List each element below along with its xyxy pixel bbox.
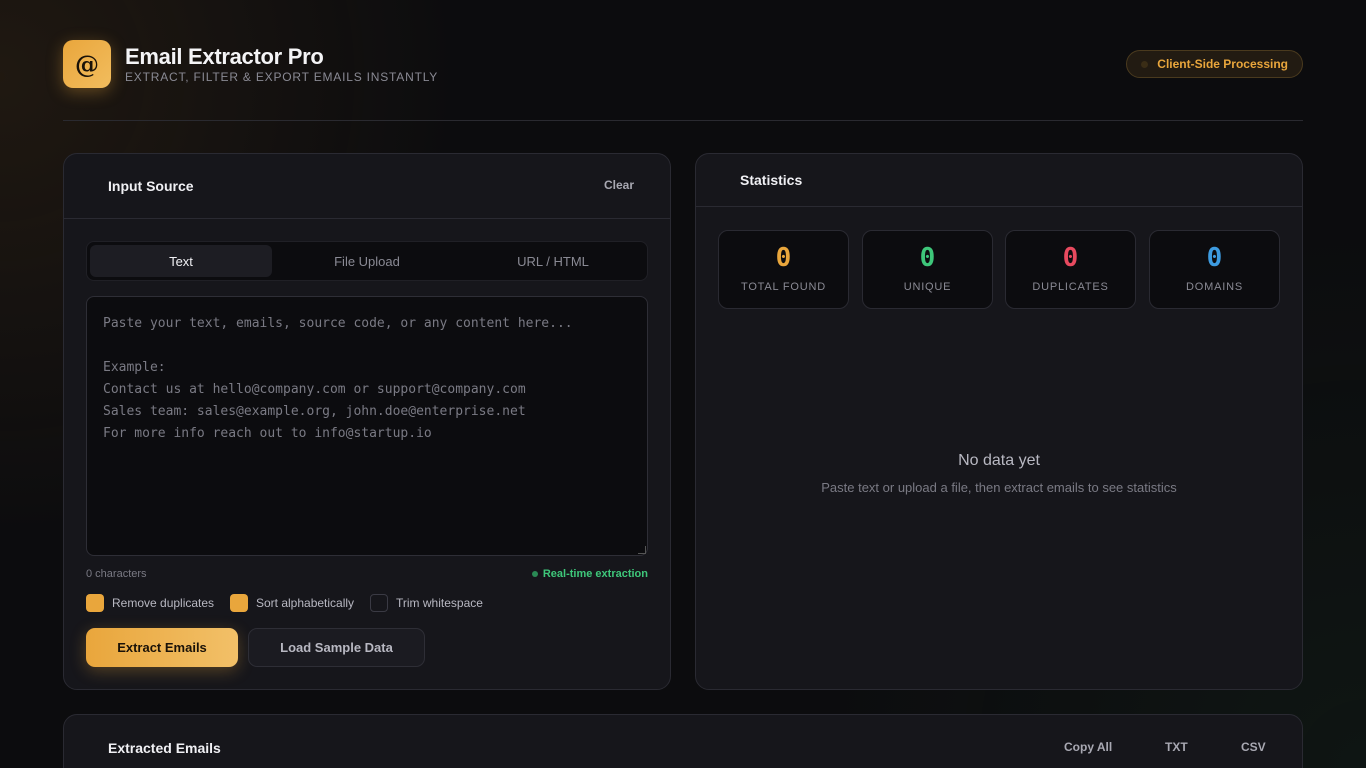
stat-label: TOTAL FOUND [741,281,826,293]
text-input[interactable]: Paste your text, emails, source code, or… [86,296,648,556]
tab-file-upload[interactable]: File Upload [276,245,458,277]
statistics-panel: Statistics 0 TOTAL FOUND 0 UNIQUE 0 DUPL… [695,153,1303,690]
option-label: Trim whitespace [396,596,483,610]
input-source-panel: Input Source Clear Text File Upload URL … [63,153,671,690]
checkbox-unchecked-icon[interactable] [370,594,388,612]
app-header: @ Email Extractor Pro EXTRACT, FILTER & … [63,40,1303,88]
extracted-emails-panel: Extracted Emails Copy All TXT CSV [63,714,1303,768]
export-txt-button[interactable]: TXT [1165,740,1188,754]
stat-value: 0 [919,243,936,273]
stat-value: 0 [1062,243,1079,273]
header-divider [63,120,1303,121]
extracted-panel-title: Extracted Emails [108,740,221,756]
stat-value: 0 [775,243,792,273]
option-trim-whitespace[interactable]: Trim whitespace [370,594,483,612]
tab-url-html[interactable]: URL / HTML [462,245,644,277]
empty-state-subtitle: Paste text or upload a file, then extrac… [821,480,1177,495]
input-panel-header: Input Source Clear [64,154,670,219]
checkbox-checked-icon[interactable] [230,594,248,612]
tab-text[interactable]: Text [90,245,272,277]
option-label: Remove duplicates [112,596,215,610]
option-sort-alphabetically[interactable]: Sort alphabetically [230,594,354,612]
stat-domains: 0 DOMAINS [1149,230,1280,309]
app-title: Email Extractor Pro [125,44,324,69]
stat-duplicates: 0 DUPLICATES [1005,230,1136,309]
checkbox-checked-icon[interactable] [86,594,104,612]
processing-badge: Client-Side Processing [1126,50,1303,78]
load-sample-data-button[interactable]: Load Sample Data [248,628,425,667]
stat-label: UNIQUE [903,281,952,293]
stat-label: DUPLICATES [1032,281,1109,293]
empty-state-title: No data yet [958,452,1040,469]
stats-panel-title: Statistics [740,172,803,188]
option-remove-duplicates[interactable]: Remove duplicates [86,594,214,612]
input-panel-title: Input Source [108,178,194,194]
export-csv-button[interactable]: CSV [1241,740,1266,754]
badge-label: Client-Side Processing [1157,57,1288,71]
stat-total-found: 0 TOTAL FOUND [718,230,849,309]
extract-emails-button[interactable]: Extract Emails [86,628,238,667]
copy-all-button[interactable]: Copy All [1064,740,1112,754]
stat-value: 0 [1206,243,1223,273]
stat-label: DOMAINS [1186,281,1243,293]
input-tabs: Text File Upload URL / HTML [86,241,648,281]
realtime-label: Real-time extraction [542,568,648,580]
option-label: Sort alphabetically [256,596,355,610]
stat-unique: 0 UNIQUE [862,230,993,309]
realtime-indicator: Real-time extraction [531,568,648,580]
stats-panel-header: Statistics [696,154,1302,207]
character-count: 0 characters [86,568,147,580]
at-sign-logo-icon: @ [63,40,111,88]
lock-icon [1141,61,1149,68]
status-dot-icon [531,571,538,577]
app-subtitle: EXTRACT, FILTER & EXPORT EMAILS INSTANTL… [125,70,439,84]
clear-button[interactable]: Clear [604,178,634,192]
